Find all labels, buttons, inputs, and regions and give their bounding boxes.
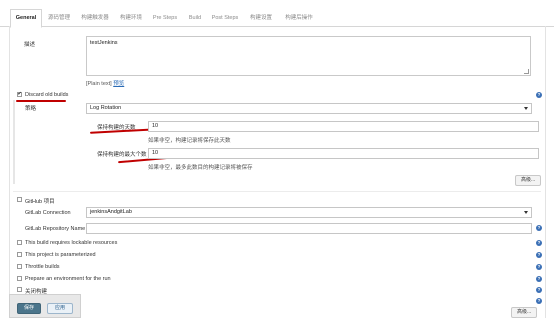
lockable-resources-label: This build requires lockable resources bbox=[25, 240, 118, 246]
throttle-builds-checkbox[interactable] bbox=[17, 264, 22, 269]
days-to-keep-input[interactable]: 10 bbox=[148, 121, 539, 132]
tab-post-steps[interactable]: Post Steps bbox=[210, 10, 240, 26]
max-builds-hint: 如果非空，最多此数目的构建记录将被保存 bbox=[148, 165, 253, 171]
parameterized-label: This project is parameterized bbox=[25, 252, 96, 258]
prepare-environment-label: Prepare an environment for the run bbox=[25, 276, 111, 282]
help-icon[interactable]: ? bbox=[536, 298, 542, 304]
throttle-builds-label: Throttle builds bbox=[25, 264, 60, 270]
dropdown-arrow-icon bbox=[524, 211, 528, 214]
tab-build-settings[interactable]: 构建设置 bbox=[244, 10, 278, 26]
tab-build-triggers[interactable]: 构建触发器 bbox=[78, 10, 112, 26]
gitlab-connection-select[interactable]: jenkinsAndgitLab bbox=[86, 207, 532, 218]
max-builds-input[interactable]: 10 bbox=[148, 148, 539, 159]
description-label: 描述 bbox=[24, 42, 36, 48]
tab-bar: General 源码管理 构建触发器 构建环境 Pre Steps Build … bbox=[0, 0, 554, 28]
divider bbox=[13, 191, 541, 192]
max-builds-label: 保持构建的最大个数 bbox=[97, 152, 147, 158]
max-builds-value: 10 bbox=[152, 150, 159, 156]
help-icon[interactable]: ? bbox=[536, 264, 542, 270]
lockable-resources-checkbox[interactable] bbox=[17, 240, 22, 245]
help-icon[interactable]: ? bbox=[536, 225, 542, 231]
resize-handle-icon[interactable] bbox=[524, 69, 529, 74]
preview-link[interactable]: 预览 bbox=[113, 81, 124, 87]
tab-pre-steps[interactable]: Pre Steps bbox=[150, 10, 180, 26]
help-icon[interactable]: ? bbox=[536, 252, 542, 258]
days-to-keep-hint: 如果非空，构建记录将保存此天数 bbox=[148, 138, 231, 144]
strategy-label: 策略 bbox=[25, 106, 37, 112]
section-indent-bar bbox=[13, 100, 15, 184]
github-project-checkbox[interactable] bbox=[17, 197, 22, 202]
disable-build-checkbox[interactable] bbox=[17, 287, 22, 292]
strategy-select[interactable]: Log Rotation bbox=[86, 103, 532, 114]
parameterized-checkbox[interactable] bbox=[17, 252, 22, 257]
plain-text-label: [Plain text] bbox=[86, 81, 112, 87]
gitlab-repo-name-label: GitLab Repository Name bbox=[25, 226, 86, 232]
gitlab-repo-name-input[interactable] bbox=[86, 223, 532, 234]
tab-source-management[interactable]: 源码管理 bbox=[44, 10, 74, 26]
description-textarea[interactable]: testJenkins bbox=[86, 36, 531, 76]
apply-button[interactable]: 应用 bbox=[47, 303, 73, 314]
help-icon[interactable]: ? bbox=[536, 240, 542, 246]
strategy-selected-value: Log Rotation bbox=[90, 105, 122, 111]
gitlab-connection-value: jenkinsAndgitLab bbox=[90, 209, 132, 215]
discard-old-builds-label: Discard old builds bbox=[25, 92, 69, 98]
advanced-button[interactable]: 高级... bbox=[515, 175, 542, 186]
discard-old-builds-checkbox[interactable] bbox=[17, 91, 22, 97]
tab-build-environment[interactable]: 构建环境 bbox=[116, 10, 146, 26]
save-button[interactable]: 保存 bbox=[17, 303, 41, 314]
annotation-underline bbox=[16, 100, 66, 102]
tab-build[interactable]: Build bbox=[184, 10, 206, 26]
help-icon[interactable]: ? bbox=[536, 92, 542, 98]
help-icon[interactable]: ? bbox=[536, 287, 542, 293]
advanced-button[interactable]: 高级... bbox=[511, 307, 538, 318]
dropdown-arrow-icon bbox=[524, 107, 528, 110]
help-icon[interactable]: ? bbox=[536, 276, 542, 282]
tab-post-build-actions[interactable]: 构建后操作 bbox=[282, 10, 316, 26]
days-to-keep-value: 10 bbox=[152, 123, 159, 129]
prepare-environment-checkbox[interactable] bbox=[17, 276, 22, 281]
github-project-label: GitHub 项目 bbox=[25, 199, 55, 205]
gitlab-connection-label: GitLab Connection bbox=[25, 210, 71, 216]
description-value: testJenkins bbox=[90, 40, 118, 46]
plain-text-row: [Plain text] 预览 bbox=[86, 79, 124, 87]
